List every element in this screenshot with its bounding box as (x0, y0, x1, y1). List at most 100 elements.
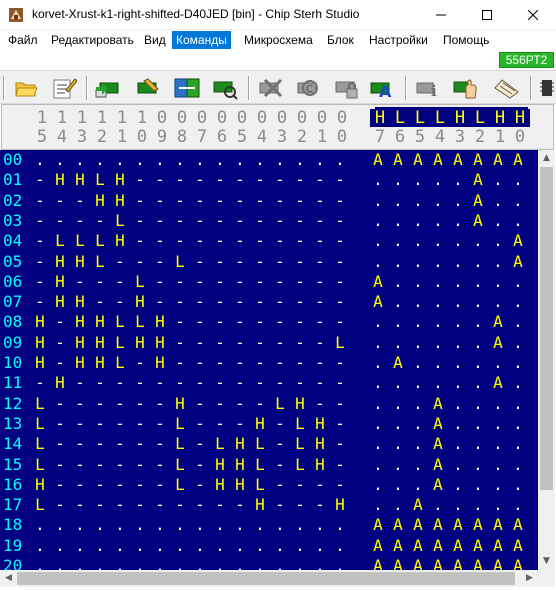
data-cell[interactable]: . (408, 170, 428, 190)
address-cell[interactable]: - (30, 170, 50, 190)
address-cell[interactable]: - (30, 252, 50, 272)
data-cell[interactable]: A (468, 170, 488, 190)
address-cell[interactable]: - (270, 373, 290, 393)
data-cell[interactable]: A (508, 150, 528, 170)
address-cell[interactable]: - (190, 272, 210, 292)
data-cell[interactable]: . (388, 414, 408, 434)
data-cell[interactable]: . (488, 455, 508, 475)
address-cell[interactable]: - (50, 353, 70, 373)
data-cell[interactable]: A (468, 536, 488, 556)
table-row[interactable]: 03- - - - L - - - - - - - - - - -..... A.. (0, 211, 538, 231)
data-cell[interactable]: . (408, 252, 428, 272)
address-cell[interactable]: L (170, 434, 190, 454)
address-cell[interactable]: - (210, 272, 230, 292)
address-cell[interactable]: - (290, 252, 310, 272)
address-cell[interactable]: . (230, 536, 250, 556)
address-cell[interactable]: L (210, 434, 230, 454)
data-cell[interactable]: A (368, 272, 388, 292)
data-cell[interactable]: . (428, 312, 448, 332)
data-cell[interactable]: . (508, 373, 528, 393)
address-cell[interactable]: - (310, 252, 330, 272)
address-cell[interactable]: H (70, 252, 90, 272)
data-cell[interactable]: . (428, 292, 448, 312)
address-cell[interactable]: H (70, 312, 90, 332)
address-cell[interactable]: - (90, 373, 110, 393)
table-row[interactable]: 13 L - - - - - - L - - - H - L H -... A.... (0, 414, 538, 434)
address-cell[interactable]: - (290, 170, 310, 190)
address-cell[interactable]: - (190, 231, 210, 251)
table-row[interactable]: 14 L - - - - - - L - L H L - L H -... A.... (0, 434, 538, 454)
scroll-left-icon[interactable]: ◀ (0, 570, 17, 587)
data-cell[interactable]: . (448, 434, 468, 454)
address-cell[interactable]: L (30, 495, 50, 515)
data-cell[interactable]: A (408, 556, 428, 570)
address-cell[interactable]: H (30, 353, 50, 373)
address-cell[interactable]: - (130, 211, 150, 231)
data-cell[interactable]: A (428, 455, 448, 475)
data-cell[interactable]: A (388, 515, 408, 535)
address-cell[interactable]: - (170, 495, 190, 515)
address-cell[interactable]: - (230, 394, 250, 414)
address-cell[interactable]: - (150, 495, 170, 515)
header-data-level[interactable]: L (410, 109, 430, 127)
data-cell[interactable]: . (388, 455, 408, 475)
address-cell[interactable]: - (150, 292, 170, 312)
header-data-level[interactable]: L (430, 109, 450, 127)
address-cell[interactable]: - (70, 191, 90, 211)
address-cell[interactable]: - (50, 191, 70, 211)
menu-view[interactable]: Вид (140, 31, 170, 49)
data-cell[interactable]: A (388, 353, 408, 373)
write-chip-button[interactable] (132, 74, 160, 102)
data-cell[interactable]: . (388, 231, 408, 251)
address-cell[interactable]: . (130, 536, 150, 556)
address-cell[interactable]: - (310, 191, 330, 211)
address-cell[interactable]: - (50, 312, 70, 332)
address-cell[interactable]: - (70, 394, 90, 414)
data-cell[interactable]: . (468, 292, 488, 312)
table-row[interactable]: 09 H - H H L H H - - - - - - - - L...... A. (0, 333, 538, 353)
scroll-down-icon[interactable]: ▼ (538, 553, 555, 570)
data-cell[interactable]: . (388, 312, 408, 332)
address-cell[interactable]: . (90, 515, 110, 535)
address-cell[interactable]: - (210, 414, 230, 434)
address-cell[interactable]: - (190, 434, 210, 454)
data-cell[interactable]: . (368, 434, 388, 454)
address-cell[interactable]: H (250, 414, 270, 434)
address-cell[interactable]: - (130, 170, 150, 190)
address-cell[interactable]: - (230, 231, 250, 251)
address-cell[interactable]: - (230, 211, 250, 231)
address-cell[interactable]: - (50, 434, 70, 454)
data-cell[interactable]: . (448, 211, 468, 231)
address-cell[interactable]: - (110, 495, 130, 515)
address-cell[interactable]: - (90, 475, 110, 495)
address-cell[interactable]: L (70, 231, 90, 251)
scroll-up-icon[interactable]: ▲ (538, 150, 555, 167)
hand-button[interactable] (452, 74, 480, 102)
data-cell[interactable]: A (368, 515, 388, 535)
address-cell[interactable]: - (270, 272, 290, 292)
address-cell[interactable]: - (150, 170, 170, 190)
address-cell[interactable]: - (310, 373, 330, 393)
address-cell[interactable]: - (190, 455, 210, 475)
data-cell[interactable]: . (448, 292, 468, 312)
address-cell[interactable]: H (90, 312, 110, 332)
data-cell[interactable]: . (488, 211, 508, 231)
table-row[interactable]: 05- H H L - - - L - - - - - - - -....... A (0, 252, 538, 272)
address-cell[interactable]: - (290, 231, 310, 251)
address-cell[interactable]: . (330, 536, 350, 556)
address-cell[interactable]: L (110, 353, 130, 373)
address-cell[interactable]: - (170, 272, 190, 292)
data-cell[interactable]: . (388, 191, 408, 211)
address-cell[interactable]: - (130, 252, 150, 272)
table-row[interactable]: 10 H - H H L - H - - - - - - - - -. A...... (0, 353, 538, 373)
address-cell[interactable]: L (170, 475, 190, 495)
address-cell[interactable]: - (150, 252, 170, 272)
address-cell[interactable]: . (290, 556, 310, 570)
data-cell[interactable]: . (368, 495, 388, 515)
address-cell[interactable]: L (170, 414, 190, 434)
address-cell[interactable]: . (170, 536, 190, 556)
address-cell[interactable]: - (250, 353, 270, 373)
data-cell[interactable]: . (448, 373, 468, 393)
address-cell[interactable]: - (190, 495, 210, 515)
data-cell[interactable]: . (468, 455, 488, 475)
